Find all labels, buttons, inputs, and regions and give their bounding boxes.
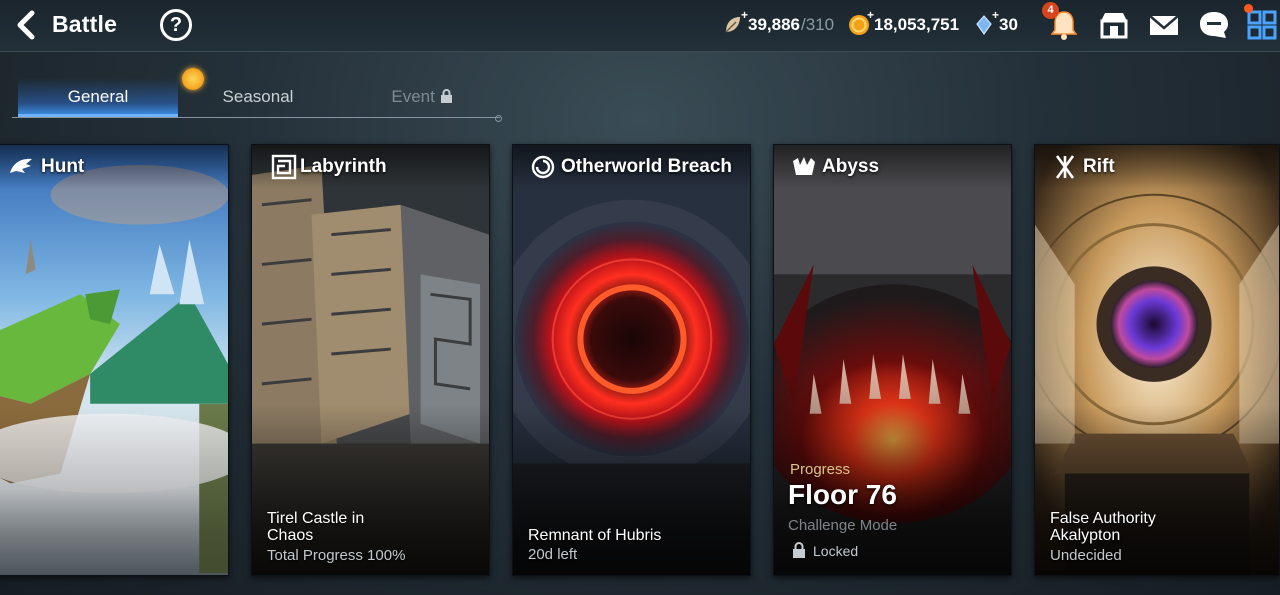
card-progress: Total Progress 100% <box>267 547 406 564</box>
card-title: Rift <box>1083 156 1115 177</box>
lock-icon <box>793 542 805 558</box>
card-abyss[interactable]: Abyss Progress Floor 76 Challenge Mode L… <box>773 144 1012 576</box>
card-hunt[interactable]: Hunt <box>0 144 229 576</box>
card-subtitle: Remnant of Hubris <box>528 527 662 544</box>
card-labyrinth[interactable]: Labyrinth Tirel Castle in Chaos Total Pr… <box>251 144 490 576</box>
seasonal-alert-icon <box>182 68 204 90</box>
question-circle-icon[interactable]: ? <box>160 9 192 41</box>
gold-value: 18,053,751 <box>874 15 960 34</box>
portal-swirl-icon <box>531 155 555 179</box>
stamina-max: /310 <box>801 15 835 34</box>
gold-counter[interactable]: + 18,053,751 <box>848 8 960 38</box>
labyrinth-maze-icon <box>271 154 297 180</box>
card-status: Undecided <box>1050 547 1122 564</box>
stamina-value: 39,886 <box>748 15 800 34</box>
card-subtitle: Tirel Castle in Chaos <box>267 510 365 544</box>
mail-icon[interactable] <box>1146 7 1182 43</box>
chat-icon[interactable] <box>1196 7 1232 43</box>
card-subtitle: False Authority Akalypton <box>1050 510 1156 544</box>
abyss-floor: Floor 76 <box>788 479 897 510</box>
challenge-status: Locked <box>813 543 859 559</box>
stamina-counter[interactable]: + 39,886 /310 <box>722 8 835 38</box>
card-rift[interactable]: Rift False Authority Akalypton Undecided <box>1034 144 1280 576</box>
tab-divider <box>12 115 502 122</box>
rift-crack-icon <box>1055 155 1075 179</box>
lock-icon <box>440 89 452 103</box>
card-title: Otherworld Breach <box>561 156 733 177</box>
card-title: Labyrinth <box>300 156 387 177</box>
tab-bar: General Seasonal Event <box>18 78 500 120</box>
card-title: Hunt <box>41 156 85 177</box>
gold-coin-icon: + <box>848 8 874 36</box>
abyss-claw-icon <box>793 157 815 175</box>
hunt-dragon-icon <box>10 158 32 173</box>
tab-event-label: Event <box>391 87 435 106</box>
tab-event[interactable]: Event <box>342 78 502 117</box>
card-shade <box>0 405 228 575</box>
tab-general[interactable]: General <box>18 78 178 117</box>
card-otherworld-breach[interactable]: Otherworld Breach Remnant of Hubris 20d … <box>512 144 751 576</box>
crystal-icon: + <box>973 8 999 36</box>
menu-alert-dot <box>1244 4 1253 13</box>
crystal-value: 30 <box>999 15 1018 34</box>
shop-icon[interactable] <box>1096 7 1132 43</box>
notification-badge: 4 <box>1042 2 1059 19</box>
card-title: Abyss <box>822 156 880 177</box>
page-title: Battle <box>52 11 118 37</box>
top-bar: Battle ? + 39,886 /310 + 18,053,751 + 30… <box>0 0 1280 52</box>
stamina-leaf-icon: + <box>722 8 748 36</box>
card-time-left: 20d left <box>528 546 578 563</box>
back-arrow-icon[interactable] <box>10 8 44 42</box>
progress-label: Progress <box>790 461 851 478</box>
crystal-counter[interactable]: + 30 <box>973 8 1018 38</box>
challenge-mode-label: Challenge Mode <box>788 517 898 534</box>
